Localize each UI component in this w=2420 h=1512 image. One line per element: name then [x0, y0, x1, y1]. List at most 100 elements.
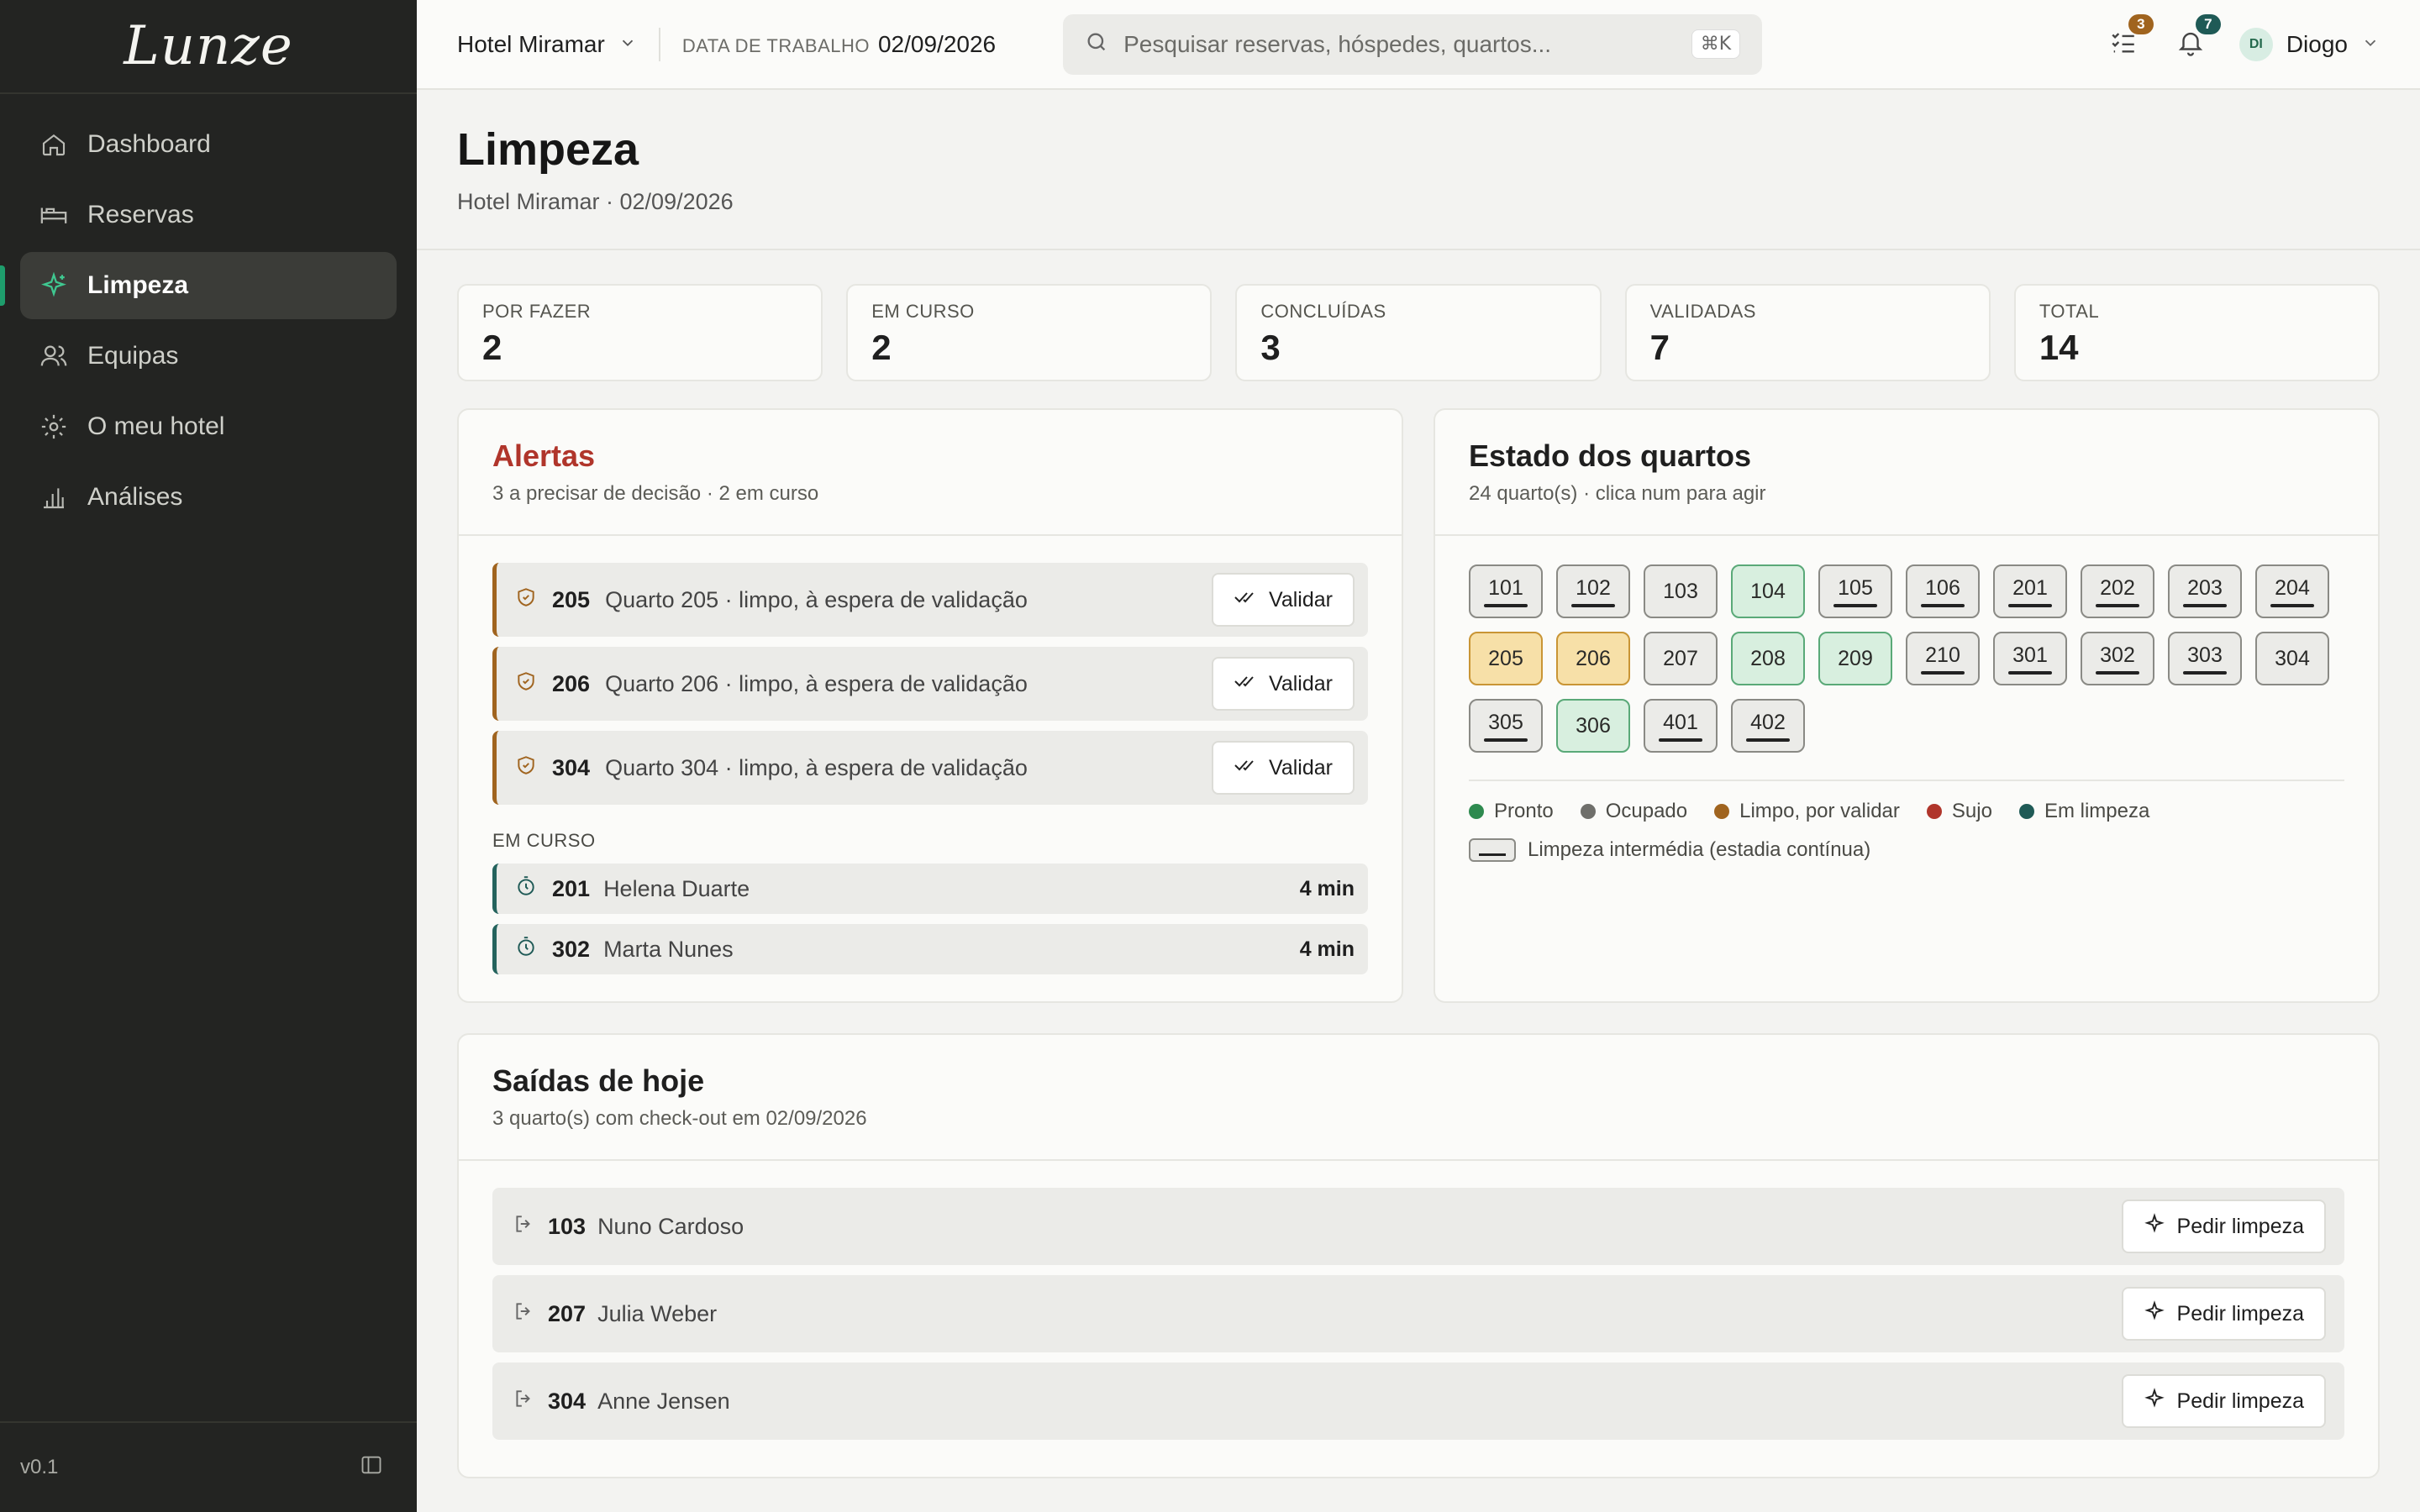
departure-item: 207 Julia Weber Pedir limpeza: [492, 1275, 2344, 1352]
room-tile[interactable]: 102: [1556, 564, 1630, 618]
sidebar-item-equipas[interactable]: Equipas: [20, 323, 397, 390]
room-tile[interactable]: 303: [2168, 632, 2242, 685]
hotel-selector[interactable]: Hotel Miramar: [457, 31, 637, 58]
legend-item: Em limpeza: [2018, 800, 2150, 823]
in-progress-room: 302: [552, 936, 591, 962]
room-number: 204: [2275, 575, 2310, 600]
in-progress-staff: Helena Duarte: [603, 875, 750, 901]
sidebar-item-dashboard[interactable]: Dashboard: [20, 111, 397, 178]
room-tile[interactable]: 202: [2081, 564, 2154, 618]
legend-dot: [1580, 804, 1596, 819]
stopwatch-icon: [515, 936, 537, 963]
validate-button[interactable]: Validar: [1212, 573, 1355, 627]
mid-clean-indicator: [1484, 738, 1528, 742]
sidebar-item-label: Dashboard: [87, 130, 211, 158]
stat-card-por-fazer[interactable]: POR FAZER 2: [457, 284, 823, 381]
sidebar-item-label: Limpeza: [87, 271, 189, 299]
room-tile[interactable]: 105: [1818, 564, 1892, 618]
search-bar[interactable]: ⌘K: [1063, 13, 1763, 75]
stat-card-concluidas[interactable]: CONCLUÍDAS 3: [1235, 284, 1602, 381]
room-number: 304: [2275, 646, 2310, 670]
sidebar-item-reservas[interactable]: Reservas: [20, 181, 397, 249]
room-tile[interactable]: 207: [1644, 632, 1718, 685]
mid-clean-indicator: [1484, 603, 1528, 607]
shield-check-icon: [515, 586, 537, 614]
avatar: DI: [2238, 27, 2273, 61]
room-tile[interactable]: 205: [1469, 632, 1543, 685]
request-cleaning-label: Pedir limpeza: [2176, 1301, 2304, 1326]
room-legend: Pronto Ocupado Limpo, por validar Sujo Em li…: [1469, 800, 2344, 823]
room-tile[interactable]: 209: [1818, 632, 1892, 685]
stat-card-em-curso[interactable]: EM CURSO 2: [846, 284, 1213, 381]
room-number: 203: [2187, 575, 2223, 600]
room-tile[interactable]: 101: [1469, 564, 1543, 618]
alert-item: 304 Quarto 304 · limpo, à espera de vali…: [492, 731, 1368, 805]
mid-clean-indicator: [2008, 603, 2052, 607]
departure-item: 103 Nuno Cardoso Pedir limpeza: [492, 1188, 2344, 1265]
page-header: Limpeza Hotel Miramar · 02/09/2026: [417, 123, 2420, 250]
logo-text: Lunze: [124, 15, 293, 77]
legend-label: Ocupado: [1605, 800, 1688, 822]
room-number: 303: [2187, 643, 2223, 667]
stat-label: VALIDADAS: [1649, 301, 1756, 322]
notifications-button[interactable]: 7: [2172, 13, 2221, 63]
rooms-header: Estado dos quartos 24 quarto(s) · clica …: [1435, 410, 2378, 536]
sidebar-item-label: Análises: [87, 483, 183, 511]
sidebar-item-limpeza[interactable]: Limpeza: [0, 252, 397, 319]
room-tile[interactable]: 104: [1731, 564, 1805, 618]
room-tile[interactable]: 301: [1993, 632, 2067, 685]
stat-card-total[interactable]: TOTAL 14: [2013, 284, 2381, 381]
room-tile[interactable]: 206: [1556, 632, 1630, 685]
room-tile[interactable]: 208: [1731, 632, 1805, 685]
validate-button[interactable]: Validar: [1212, 741, 1355, 795]
logo[interactable]: Lunze: [0, 0, 417, 94]
room-tile[interactable]: 210: [1906, 632, 1980, 685]
legend-item: Sujo: [1926, 800, 1992, 823]
rooms-status-panel: Estado dos quartos 24 quarto(s) · clica …: [1434, 408, 2380, 1003]
room-number: 301: [2012, 643, 2048, 667]
sidebar-item-analises[interactable]: Análises: [20, 464, 397, 531]
room-tile[interactable]: 204: [2255, 564, 2329, 618]
request-cleaning-button[interactable]: Pedir limpeza: [2121, 1374, 2326, 1428]
mid-clean-indicator: [1746, 738, 1790, 742]
legend-item: Limpo, por validar: [1714, 800, 1900, 823]
notifications-badge: 7: [2195, 13, 2221, 34]
search-input[interactable]: [1123, 30, 1676, 58]
request-cleaning-button[interactable]: Pedir limpeza: [2121, 1200, 2326, 1253]
room-tile[interactable]: 304: [2255, 632, 2329, 685]
tasks-button[interactable]: 3: [2105, 13, 2154, 63]
sidebar-item-o-meu-hotel[interactable]: O meu hotel: [20, 393, 397, 460]
room-tile[interactable]: 305: [1469, 699, 1543, 753]
room-tile[interactable]: 306: [1556, 699, 1630, 753]
validate-button[interactable]: Validar: [1212, 657, 1355, 711]
room-tile[interactable]: 103: [1644, 564, 1718, 618]
version-label: v0.1: [20, 1456, 59, 1478]
request-cleaning-button[interactable]: Pedir limpeza: [2121, 1287, 2326, 1341]
alert-text: Quarto 206 · limpo, à espera de validaçã…: [605, 670, 1028, 696]
stat-value: 7: [1649, 328, 1670, 367]
stat-label: CONCLUÍDAS: [1260, 301, 1386, 322]
stat-label: POR FAZER: [482, 301, 592, 322]
room-tile[interactable]: 106: [1906, 564, 1980, 618]
room-tile[interactable]: 302: [2081, 632, 2154, 685]
rooms-subtitle: 24 quarto(s) · clica num para agir: [1469, 482, 1766, 505]
room-tile[interactable]: 401: [1644, 699, 1718, 753]
in-progress-item[interactable]: 302 Marta Nunes 4 min: [492, 924, 1368, 974]
sidebar-toggle-icon[interactable]: [360, 1453, 383, 1483]
stat-value: 2: [482, 328, 502, 367]
room-number: 206: [1576, 646, 1611, 670]
work-date-value: 02/09/2026: [877, 30, 997, 57]
alert-room-number: 206: [552, 670, 591, 696]
user-menu[interactable]: DI Diogo: [2238, 27, 2380, 61]
in-progress-item[interactable]: 201 Helena Duarte 4 min: [492, 864, 1368, 914]
room-tile[interactable]: 203: [2168, 564, 2242, 618]
mid-clean-indicator: [1833, 603, 1877, 607]
gear-icon: [39, 412, 69, 442]
sparkles-icon: [39, 270, 69, 301]
rooms-body: 101 102 103 104 105 106 201 202 203 204 205 206 207 2…: [1435, 536, 2378, 890]
legend-label: Em limpeza: [2044, 800, 2150, 822]
double-check-icon: [1234, 672, 1257, 696]
room-tile[interactable]: 201: [1993, 564, 2067, 618]
room-tile[interactable]: 402: [1731, 699, 1805, 753]
stat-card-validadas[interactable]: VALIDADAS 7: [1624, 284, 1991, 381]
